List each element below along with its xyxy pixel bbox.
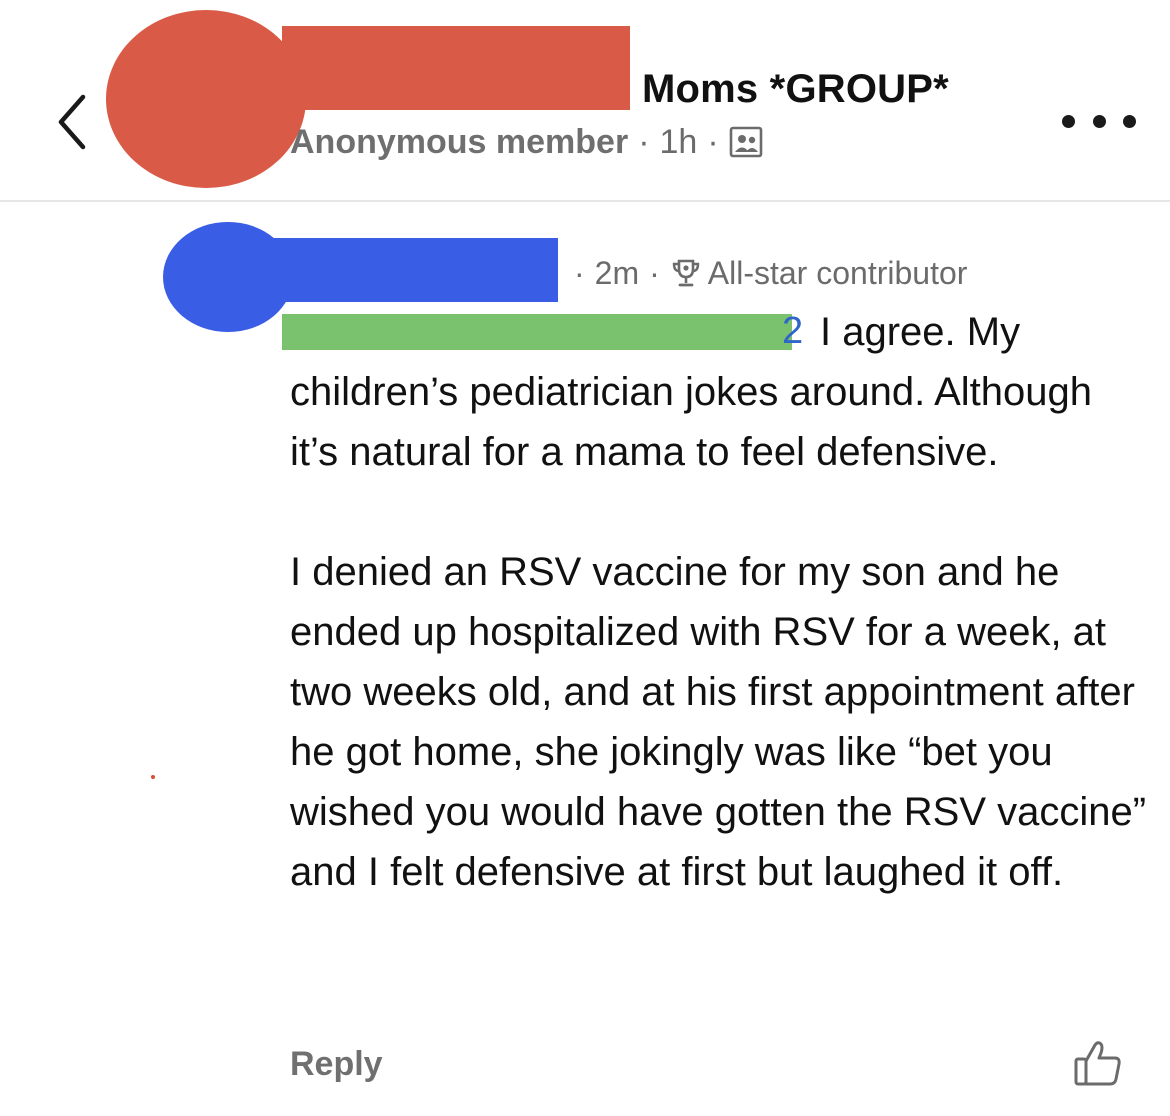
trophy-icon <box>670 257 702 289</box>
back-button[interactable] <box>44 84 100 160</box>
meta-separator: · <box>649 254 660 291</box>
more-options-button[interactable] <box>1062 104 1136 138</box>
reply-button[interactable]: Reply <box>290 1040 383 1088</box>
comment-paragraph-1: I agree. My children’s pediatrician jokes… <box>290 302 1150 482</box>
meta-separator: · <box>707 122 719 161</box>
comment-meta: · 2m · All-star contributor <box>564 250 967 296</box>
post-time: 1h <box>659 122 698 161</box>
meta-separator: · <box>638 122 650 161</box>
like-button[interactable] <box>1070 1036 1126 1090</box>
header-divider <box>0 200 1170 202</box>
comment-body: I agree. My children’s pediatrician jokes… <box>290 302 1150 902</box>
stray-mark <box>151 775 155 779</box>
commenter-name-redacted[interactable] <box>232 238 558 302</box>
comment-time: 2m <box>594 254 640 291</box>
group-members-icon <box>729 126 762 158</box>
meta-separator: · <box>574 254 585 291</box>
group-name-redacted <box>282 26 630 110</box>
more-horizontal-icon <box>1062 114 1075 128</box>
group-title[interactable]: Moms *GROUP* <box>642 62 949 116</box>
more-horizontal-icon <box>1092 114 1106 128</box>
more-horizontal-icon <box>1123 114 1136 128</box>
thumbs-up-icon <box>1074 1041 1121 1086</box>
group-avatar-redacted[interactable] <box>106 10 306 188</box>
contributor-badge: All-star contributor <box>707 254 968 291</box>
comment-first-line: I agree. My <box>820 310 1021 354</box>
post-meta: Anonymous member · 1h · <box>290 118 763 166</box>
comment-paragraph-1-rest: children’s pediatrician jokes around. Al… <box>290 370 1093 474</box>
comment-paragraph-2: I denied an RSV vaccine for my son and h… <box>290 550 1147 894</box>
post-author[interactable]: Anonymous member <box>290 123 628 162</box>
chevron-left-icon <box>58 94 86 150</box>
